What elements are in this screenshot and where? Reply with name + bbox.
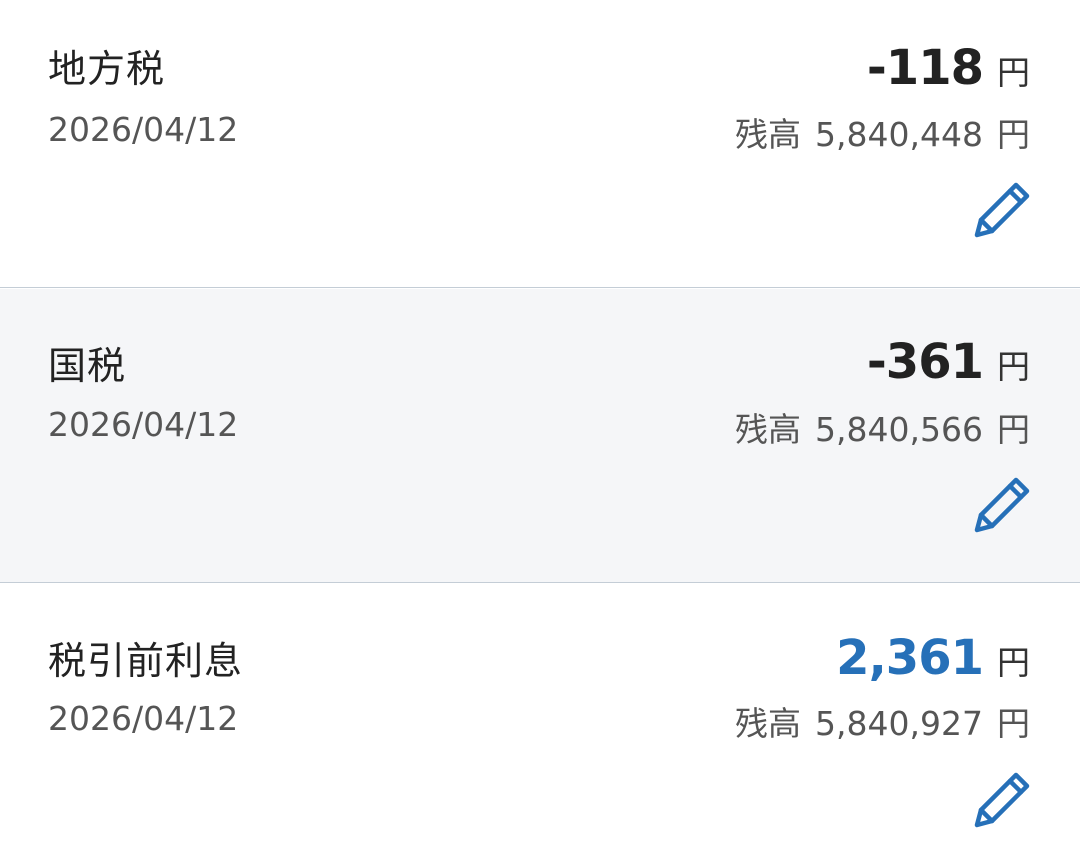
pencil-icon [974, 182, 1030, 238]
transaction-name: 地方税 [48, 47, 166, 91]
balance-group: 残高 5,840,566 円 [735, 403, 1030, 451]
transaction-amount-group: 2,361 円 [836, 630, 1030, 686]
pencil-icon [974, 477, 1030, 533]
balance-unit: 円 [997, 704, 1030, 743]
transaction-date: 2026/04/12 [48, 405, 239, 444]
transaction-name: 国税 [48, 344, 127, 388]
amount-unit: 円 [997, 643, 1030, 682]
balance-value: 5,840,566 [815, 410, 983, 449]
transaction-amount: -361 [866, 334, 984, 390]
transaction-amount: -118 [866, 40, 984, 96]
transaction-amount-group: -361 円 [867, 334, 1030, 390]
transaction-date: 2026/04/12 [48, 110, 239, 149]
edit-button[interactable] [972, 475, 1032, 535]
balance-group: 残高 5,840,927 円 [735, 697, 1030, 745]
balance-value: 5,840,448 [815, 115, 983, 154]
balance-label: 残高 [735, 410, 802, 449]
edit-button[interactable] [972, 180, 1032, 240]
pencil-icon [974, 772, 1030, 828]
transaction-amount: 2,361 [836, 630, 984, 686]
balance-group: 残高 5,840,448 円 [735, 108, 1030, 156]
transaction-list: 地方税 2026/04/12 -118 円 残高 5,840,448 円 国税 … [0, 0, 1080, 862]
transaction-date: 2026/04/12 [48, 699, 239, 738]
transaction-row[interactable]: 国税 2026/04/12 -361 円 残高 5,840,566 円 [0, 289, 1080, 583]
balance-unit: 円 [997, 410, 1030, 449]
balance-label: 残高 [735, 704, 802, 743]
transaction-row[interactable]: 税引前利息 2026/04/12 2,361 円 残高 5,840,927 円 [0, 584, 1080, 862]
balance-unit: 円 [997, 115, 1030, 154]
transaction-amount-group: -118 円 [867, 40, 1030, 96]
edit-button[interactable] [972, 770, 1032, 830]
transaction-name: 税引前利息 [48, 639, 244, 683]
transaction-row[interactable]: 地方税 2026/04/12 -118 円 残高 5,840,448 円 [0, 0, 1080, 288]
balance-label: 残高 [735, 115, 802, 154]
balance-value: 5,840,927 [815, 704, 983, 743]
amount-unit: 円 [997, 53, 1030, 92]
amount-unit: 円 [997, 347, 1030, 386]
